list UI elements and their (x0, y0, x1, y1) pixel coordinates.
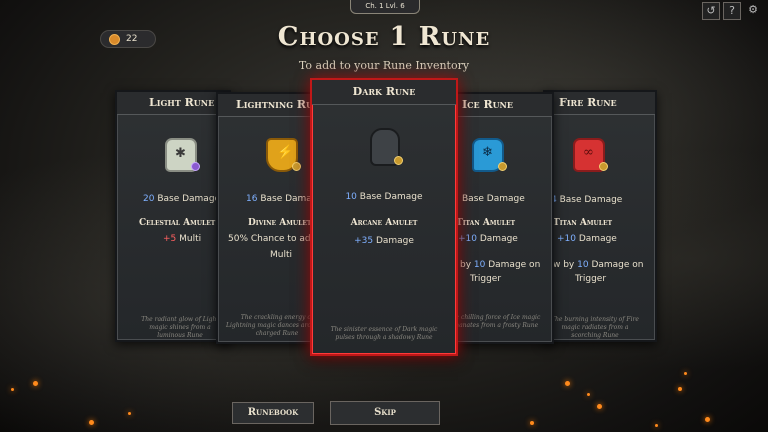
amulet-effect-label: Damage (477, 234, 518, 244)
amulet-extra-line: by 10 Damage on (442, 260, 552, 270)
base-damage-value: 10 (345, 192, 357, 202)
ember-particle (587, 393, 590, 396)
ember-particle (655, 424, 658, 427)
amulet-name: Arcane Amulet (350, 218, 418, 228)
rune-badge-icon (394, 156, 403, 165)
rune-badge-icon (498, 162, 507, 171)
rune-card-fire[interactable]: Fire Rune ∞ 4 Base Damage Titan Amulet +… (543, 90, 657, 342)
amulet-extra-line: w by 10 Damage on (545, 260, 655, 270)
ember-particle (128, 412, 131, 415)
rune-flavor-text: The burning intensity of Fire magic radi… (551, 316, 639, 339)
extra-value: 10 (577, 260, 589, 270)
amulet-effect-line: +35 Damage (312, 236, 456, 246)
share-icon[interactable]: ↺ (702, 2, 720, 20)
extra-value: 10 (473, 260, 486, 270)
help-icon[interactable]: ? (723, 2, 741, 20)
gear-icon[interactable]: ⚙ (744, 2, 762, 20)
runebook-button[interactable]: Runebook (232, 402, 314, 424)
amulet-effect-value: +10 (458, 234, 477, 244)
amulet-effect-label: 50% Chance to add (228, 234, 317, 244)
amulet-effect-value: +10 (557, 234, 576, 244)
amulet-name: Celestial Amulet (139, 218, 216, 228)
page-subtitle: To add to your Rune Inventory (298, 59, 470, 72)
rune-card-title: Light Rune (117, 92, 229, 115)
rune-flavor-text: The sinister essence of Dark magic pulse… (330, 326, 438, 341)
amulet-effect-line: +10 Damage (545, 234, 655, 244)
ember-particle (33, 381, 38, 386)
ember-particle (565, 381, 570, 386)
amulet-effect-label: Damage (576, 234, 617, 244)
base-damage-line: 20 Base Damage (117, 194, 229, 204)
base-damage-line: Base Damage (442, 194, 552, 204)
amulet-effect-line: +10 Damage (442, 234, 552, 244)
base-damage-value: 16 (246, 194, 258, 204)
base-damage-label: Base Damage (356, 192, 423, 202)
rune-badge-icon (599, 162, 608, 171)
ember-particle (11, 388, 14, 391)
top-right-controls: ↺ ? ⚙ (702, 2, 762, 20)
amulet-effect-value: +35 (354, 236, 374, 246)
extra-prefix: by (460, 260, 474, 270)
amulet-effect-line: +5 Multi (117, 234, 229, 244)
rune-badge-icon (292, 162, 301, 171)
rune-card-light[interactable]: Light Rune ✱ 20 Base Damage Celestial Am… (115, 90, 231, 342)
base-damage-line: 4 Base Damage (545, 195, 655, 205)
chapter-level-label: Ch. 1 Lvl. 6 (350, 0, 420, 14)
rune-flavor-text: The radiant glow of Light magic shines f… (141, 316, 219, 339)
base-damage-label: Base Damage (556, 195, 623, 205)
rune-card-title: Ice Rune (442, 94, 552, 117)
extra-prefix: w by (553, 260, 578, 270)
ember-particle (530, 421, 534, 425)
ember-particle (597, 404, 602, 409)
ember-particle (705, 417, 710, 422)
rune-flavor-text: The chilling force of Ice magic emanates… (447, 314, 541, 329)
base-damage-value: 20 (143, 194, 155, 204)
ember-particle (684, 372, 687, 375)
trigger-label: Trigger (470, 274, 502, 284)
base-damage-label: Base Damage (154, 194, 221, 204)
trigger-label: Trigger (575, 274, 607, 284)
rune-badge-icon (191, 162, 200, 171)
amulet-effect-label: Damage (373, 236, 414, 246)
ember-particle (678, 387, 682, 391)
rune-card-dark[interactable]: Dark Rune 10 Base Damage Arcane Amulet +… (310, 78, 458, 356)
base-damage-line: 10 Base Damage (312, 192, 456, 202)
rune-card-title: Fire Rune (545, 92, 655, 115)
extra-suffix: Damage on (485, 260, 541, 270)
amulet-name: Titan Amulet (553, 218, 613, 228)
page-title: Choose 1 Rune (277, 22, 491, 52)
base-damage-label: Base Damage (462, 194, 525, 204)
amulet-name: Titan Amulet (456, 218, 516, 228)
ember-particle (89, 420, 94, 425)
extra-suffix: Damage on (588, 260, 644, 270)
skip-button[interactable]: Skip (330, 401, 440, 425)
rune-card-title: Dark Rune (312, 80, 456, 105)
amulet-effect-label: Multi (176, 234, 202, 244)
amulet-effect-value: +5 (163, 234, 177, 244)
